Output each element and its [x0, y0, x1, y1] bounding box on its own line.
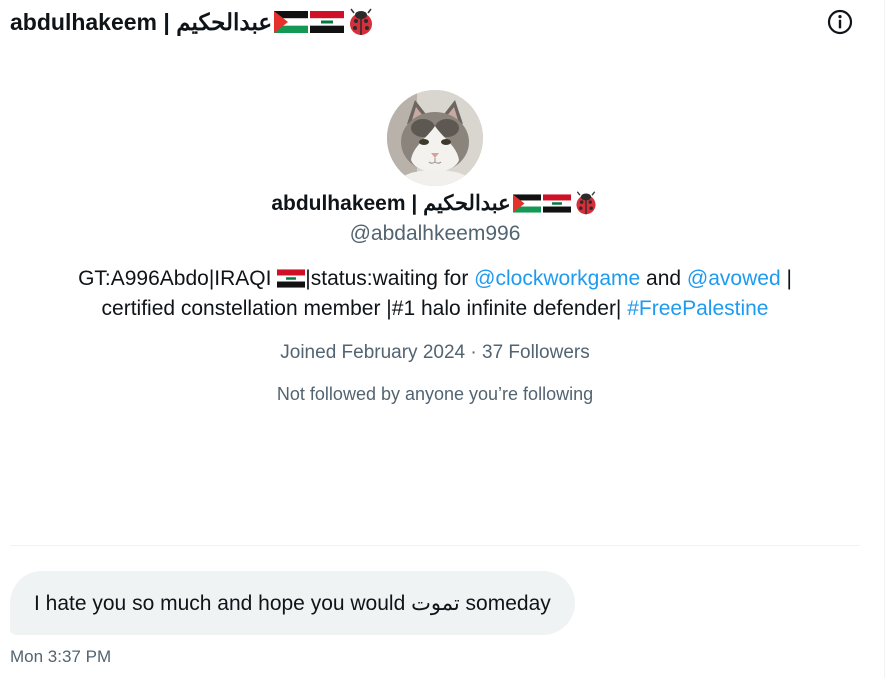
conversation-header: abdulhakeem | عبدالحكيم — [10, 4, 376, 40]
not-followed-note: Not followed by anyone you’re following — [276, 384, 594, 404]
message-bubble[interactable]: I hate you so much and hope you would تم… — [10, 571, 575, 635]
profile-card: abdulhakeem | عبدالحكيم @abdalhkeem996 G… — [10, 90, 860, 405]
message-timestamp: Mon 3:37 PM — [10, 647, 112, 666]
right-divider — [884, 0, 885, 678]
dm-conversation-page: abdulhakeem | عبدالحكيم abdulhakeem | عب… — [0, 0, 889, 678]
bio-text: certified constellation member |#1 halo … — [101, 297, 628, 320]
palestine-flag-icon — [512, 193, 541, 213]
bio-text: | — [780, 267, 792, 290]
iraq-flag-icon — [277, 269, 306, 288]
meta-separator: · — [470, 342, 477, 363]
header-display-name[interactable]: abdulhakeem | عبدالحكيم — [10, 9, 272, 36]
mention-link-avowed[interactable]: @avowed — [687, 267, 781, 290]
message-text: I hate you so much and hope you would تم… — [34, 591, 551, 615]
profile-meta: Joined February 2024 · 37 Followers — [10, 342, 860, 364]
bio-text: |status:waiting for — [305, 267, 475, 290]
profile-handle[interactable]: @abdalhkeem996 — [10, 222, 860, 246]
ladybug-icon — [576, 191, 596, 215]
info-circle-icon[interactable] — [826, 8, 854, 36]
followers-count[interactable]: 37 Followers — [482, 342, 590, 363]
ladybug-icon — [350, 8, 373, 35]
palestine-flag-icon — [274, 11, 309, 33]
profile-bio: GT:A996Abdo|IRAQI |status:waiting for @c… — [10, 264, 860, 324]
mention-link-clockworkgame[interactable]: @clockworkgame — [474, 267, 640, 290]
bio-line-1: GT:A996Abdo|IRAQI |status:waiting for @c… — [10, 264, 860, 294]
joined-date: Joined February 2024 — [280, 342, 466, 363]
iraq-flag-icon — [310, 11, 345, 33]
bio-text: and — [640, 267, 687, 290]
iraq-flag-icon — [542, 193, 571, 213]
cat-avatar-image — [387, 90, 483, 186]
bio-line-2: certified constellation member |#1 halo … — [10, 294, 860, 324]
avatar[interactable] — [387, 90, 483, 186]
profile-name-row: abdulhakeem | عبدالحكيم — [10, 190, 860, 216]
section-divider — [10, 545, 860, 546]
bio-text: GT:A996Abdo|IRAQI — [78, 267, 278, 290]
hashtag-link-freepalestine[interactable]: #FreePalestine — [627, 297, 768, 320]
profile-display-name[interactable]: abdulhakeem | عبدالحكيم — [271, 191, 510, 216]
